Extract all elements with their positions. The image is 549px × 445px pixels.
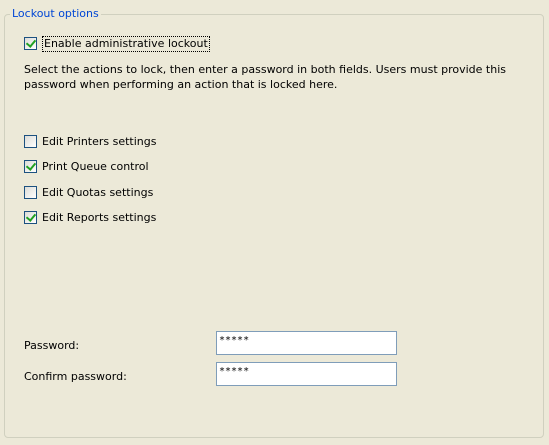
print-queue-checkbox[interactable] — [24, 160, 37, 173]
enable-lockout-checkbox-row[interactable]: Enable administrative lockout — [24, 35, 210, 52]
lockout-description: Select the actions to lock, then enter a… — [24, 63, 507, 91]
edit-quotas-label[interactable]: Edit Quotas settings — [42, 186, 153, 200]
action-row-edit-quotas[interactable]: Edit Quotas settings — [24, 185, 153, 200]
edit-reports-label[interactable]: Edit Reports settings — [42, 211, 156, 225]
group-title: Lockout options — [10, 7, 101, 21]
password-label: Password: — [24, 339, 80, 352]
confirm-password-input[interactable]: ***** — [216, 362, 397, 386]
enable-lockout-checkbox[interactable] — [24, 37, 37, 50]
edit-printers-checkbox[interactable] — [24, 135, 37, 148]
print-queue-label[interactable]: Print Queue control — [42, 160, 149, 174]
edit-printers-label[interactable]: Edit Printers settings — [42, 135, 157, 149]
password-input[interactable]: ***** — [216, 331, 397, 355]
enable-lockout-label[interactable]: Enable administrative lockout — [42, 35, 210, 52]
confirm-password-label: Confirm password: — [24, 370, 127, 383]
action-row-edit-printers[interactable]: Edit Printers settings — [24, 134, 157, 149]
edit-reports-checkbox[interactable] — [24, 211, 37, 224]
action-row-print-queue[interactable]: Print Queue control — [24, 159, 149, 174]
edit-quotas-checkbox[interactable] — [24, 186, 37, 199]
action-row-edit-reports[interactable]: Edit Reports settings — [24, 210, 156, 225]
